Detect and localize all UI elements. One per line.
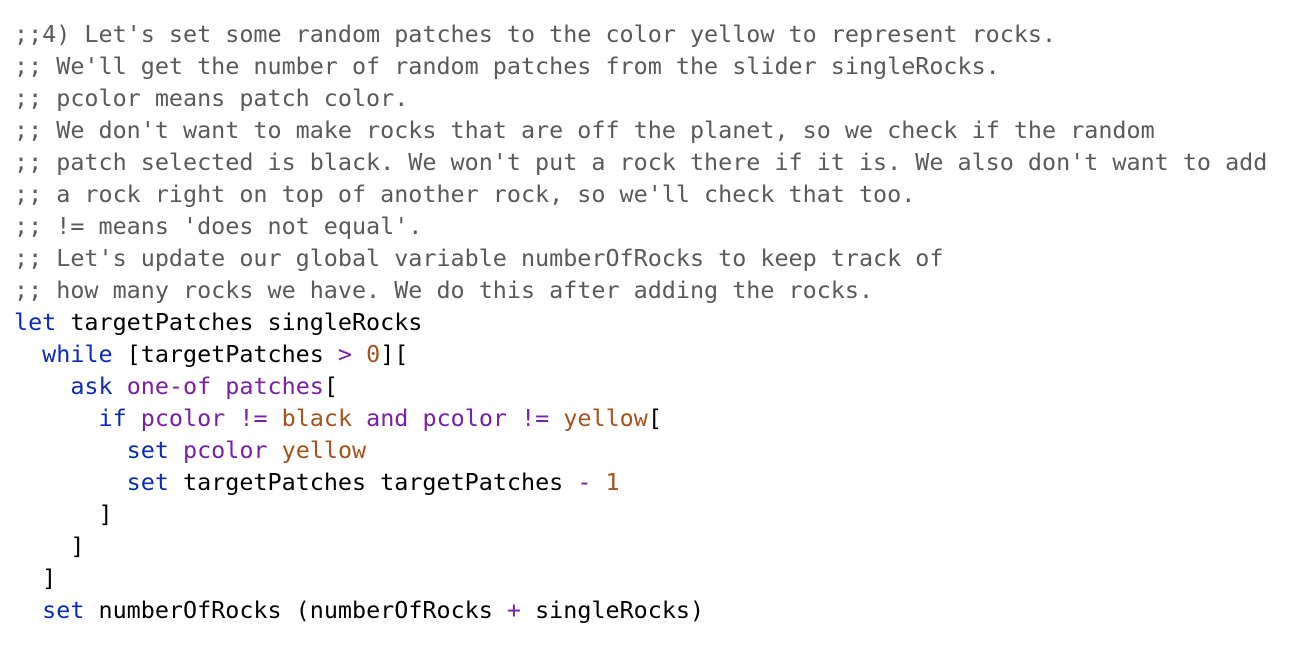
code-token-plain: ] bbox=[14, 564, 57, 592]
code-token-reporter: pcolor bbox=[140, 404, 226, 432]
code-line[interactable]: set targetPatches targetPatches - 1 bbox=[14, 466, 1284, 498]
code-line[interactable]: let targetPatches singleRocks bbox=[14, 306, 1284, 338]
code-line[interactable]: ask one-of patches[ bbox=[14, 370, 1284, 402]
code-token-constant: yellow bbox=[281, 436, 367, 464]
code-token-keyword: ask bbox=[70, 372, 113, 400]
code-token-reporter: > bbox=[337, 340, 353, 368]
code-line[interactable]: ;; We'll get the number of random patche… bbox=[14, 50, 1284, 82]
code-token-constant: 0 bbox=[366, 340, 381, 368]
code-token-keyword: set bbox=[42, 596, 85, 624]
code-token-keyword: set bbox=[126, 436, 169, 464]
code-line[interactable]: set pcolor yellow bbox=[14, 434, 1284, 466]
code-token-constant: yellow bbox=[563, 404, 648, 432]
code-token-reporter: and bbox=[366, 404, 409, 432]
code-token-plain: ][ bbox=[380, 340, 409, 368]
code-line[interactable]: if pcolor != black and pcolor != yellow[ bbox=[14, 402, 1284, 434]
code-token-plain: numberOfRocks (numberOfRocks bbox=[84, 596, 507, 624]
code-token-plain: singleRocks) bbox=[521, 596, 705, 624]
code-line[interactable]: ] bbox=[14, 562, 1284, 594]
code-token-comment: ;; pcolor means patch color. bbox=[14, 84, 409, 112]
code-token-constant: 1 bbox=[605, 468, 620, 496]
code-line[interactable]: ;; patch selected is black. We won't put… bbox=[14, 146, 1284, 178]
code-token-reporter: != bbox=[239, 404, 268, 432]
code-token-reporter: - bbox=[577, 468, 592, 496]
code-line[interactable]: ;;4) Let's set some random patches to th… bbox=[14, 18, 1284, 50]
code-token-comment: ;; how many rocks we have. We do this af… bbox=[14, 276, 874, 304]
code-token-reporter: one-of bbox=[126, 372, 212, 400]
code-token-plain: targetPatches targetPatches bbox=[168, 468, 578, 496]
code-token-plain: ] bbox=[14, 500, 113, 528]
code-token-comment: ;; != means 'does not equal'. bbox=[14, 212, 423, 240]
code-token-comment: ;; patch selected is black. We won't put… bbox=[14, 148, 1268, 176]
code-token-keyword: while bbox=[42, 340, 113, 368]
code-token-reporter: + bbox=[506, 596, 521, 624]
code-token-plain: [targetPatches bbox=[112, 340, 338, 368]
code-token-keyword: set bbox=[126, 468, 169, 496]
code-token-plain: [ bbox=[323, 372, 338, 400]
code-token-reporter: patches bbox=[225, 372, 324, 400]
code-token-comment: ;; a rock right on top of another rock, … bbox=[14, 180, 916, 208]
code-token-reporter: pcolor bbox=[422, 404, 507, 432]
code-line[interactable]: ;; We don't want to make rocks that are … bbox=[14, 114, 1284, 146]
code-editor[interactable]: ;;4) Let's set some random patches to th… bbox=[14, 18, 1284, 626]
code-token-comment: ;; Let's update our global variable numb… bbox=[14, 244, 944, 272]
code-token-comment: ;; We don't want to make rocks that are … bbox=[14, 116, 1155, 144]
code-token-comment: ;;4) Let's set some random patches to th… bbox=[14, 20, 1057, 48]
code-line[interactable]: ] bbox=[14, 498, 1284, 530]
code-line[interactable]: set numberOfRocks (numberOfRocks + singl… bbox=[14, 594, 1284, 626]
code-line[interactable]: ;; pcolor means patch color. bbox=[14, 82, 1284, 114]
code-token-constant: black bbox=[281, 404, 353, 432]
code-line[interactable]: ;; a rock right on top of another rock, … bbox=[14, 178, 1284, 210]
code-token-comment: ;; We'll get the number of random patche… bbox=[14, 52, 1000, 80]
code-line[interactable]: ;; != means 'does not equal'. bbox=[14, 210, 1284, 242]
code-token-reporter: pcolor bbox=[183, 436, 268, 464]
code-line[interactable]: ;; how many rocks we have. We do this af… bbox=[14, 274, 1284, 306]
code-token-reporter: != bbox=[521, 404, 550, 432]
code-token-plain: [ bbox=[647, 404, 662, 432]
code-token-plain: targetPatches singleRocks bbox=[56, 308, 423, 336]
code-line[interactable]: ] bbox=[14, 530, 1284, 562]
code-token-keyword: if bbox=[98, 404, 127, 432]
code-line[interactable]: ;; Let's update our global variable numb… bbox=[14, 242, 1284, 274]
code-token-keyword: let bbox=[14, 308, 57, 336]
code-line[interactable]: while [targetPatches > 0][ bbox=[14, 338, 1284, 370]
code-token-plain: ] bbox=[14, 532, 85, 560]
